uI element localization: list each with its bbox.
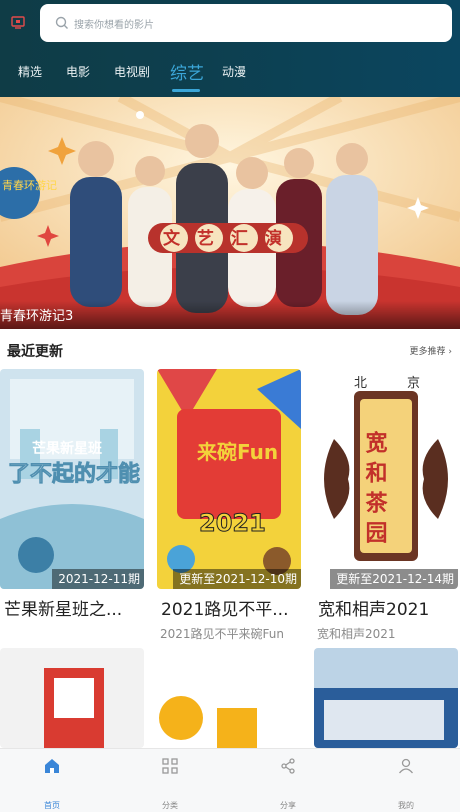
section-title: 最近更新 [7,344,63,360]
nav-label: 首页 [44,801,60,810]
grid-icon [162,758,178,774]
search-icon [55,16,68,29]
svg-text:2021: 2021 [199,509,266,537]
tab-anime[interactable]: 动漫 [222,63,246,80]
svg-text:芒果新星班: 芒果新星班 [32,440,102,457]
poster-art-5 [157,648,301,748]
banner-artwork: 青春环游记 文艺汇演 [0,97,460,329]
episode-badge: 2021-12-11期 [52,569,144,589]
poster-art-3: 北京 宽和茶园 [314,369,458,589]
tv-icon[interactable] [10,14,26,30]
card-title: 宽和相声2021 [318,600,430,620]
svg-text:宽和茶园: 宽和茶园 [362,430,388,551]
home-icon [45,759,59,773]
user-icon [398,758,414,774]
poster-art-4 [0,648,144,748]
category-tabs: 精选 电影 电视剧 综艺 动漫 [0,52,460,92]
show-card-5[interactable] [157,648,301,748]
search-placeholder: 搜索你想看的影片 [74,20,154,31]
nav-label: 我的 [398,801,414,810]
tab-movies[interactable]: 电影 [66,63,90,80]
poster-2[interactable]: 来碗Fun 2021 更新至2021-12-10期 [157,369,301,589]
nav-category[interactable]: 分类 [130,749,210,812]
poster-3[interactable]: 北京 宽和茶园 更新至2021-12-14期 [314,369,458,589]
banner-caption: 青春环游记3 [0,309,74,324]
show-card-4[interactable] [0,648,144,748]
episode-badge: 更新至2021-12-10期 [173,569,301,589]
bottom-navigation: 首页 分类 分享 我的 [0,748,460,812]
tab-tv-series[interactable]: 电视剧 [114,63,150,80]
svg-text:了不起的才能: 了不起的才能 [8,461,140,487]
card-title: 2021路见不平... [161,600,289,620]
poster-art-1: 芒果新星班 了不起的才能 [0,369,144,589]
share-icon [281,758,295,774]
app-header: 搜索你想看的影片 精选 电影 电视剧 综艺 动漫 [0,0,460,97]
show-card-6[interactable] [314,648,458,748]
nav-profile[interactable]: 我的 [366,749,446,812]
card-title: 芒果新星班之... [4,600,123,620]
more-recommend-link[interactable]: 更多推荐 › [410,344,453,357]
nav-home[interactable]: 首页 [12,749,92,812]
nav-label: 分类 [162,801,178,810]
side-logo-text: 青春环游记 [2,179,57,192]
poster-art-6 [314,648,458,748]
episode-badge: 更新至2021-12-14期 [330,569,458,589]
nav-share[interactable]: 分享 [248,749,328,812]
center-logo-text: 文艺汇演 [163,228,299,249]
search-bar[interactable]: 搜索你想看的影片 [40,4,452,42]
svg-text:来碗Fun: 来碗Fun [196,440,278,464]
card-subtitle: 宽和相声2021 [317,627,396,641]
active-tab-indicator [172,89,200,92]
featured-banner[interactable]: 青春环游记 文艺汇演 青春环游记3 [0,97,460,329]
card-subtitle: 2021路见不平来碗Fun [160,627,284,641]
poster-1[interactable]: 芒果新星班 了不起的才能 2021-12-11期 [0,369,144,589]
chevron-right-icon: › [448,347,452,357]
nav-label: 分享 [280,801,296,810]
svg-text:北京: 北京 [354,376,458,391]
banner-caption-bar: 青春环游记3 [0,301,460,329]
poster-art-2: 来碗Fun 2021 [157,369,301,589]
tab-featured[interactable]: 精选 [18,63,42,80]
tab-variety[interactable]: 综艺 [170,59,204,84]
